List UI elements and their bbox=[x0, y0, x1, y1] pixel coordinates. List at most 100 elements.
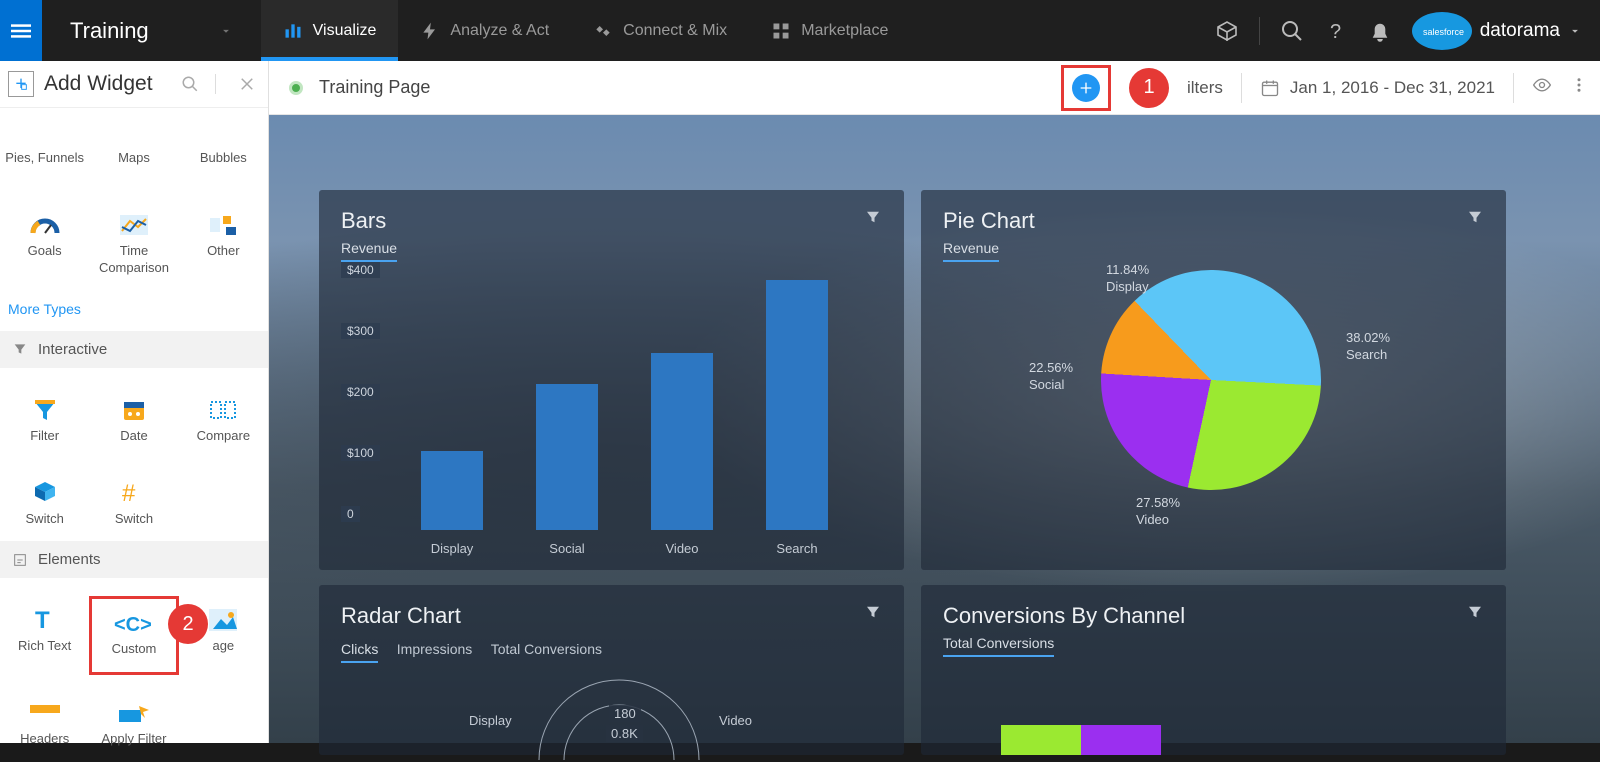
pie-chart bbox=[1055, 224, 1366, 535]
widget-title: Bars bbox=[341, 208, 864, 234]
widget-type-date[interactable]: Date bbox=[89, 386, 178, 459]
widget-filter-button[interactable] bbox=[1466, 208, 1484, 231]
line-chart-icon bbox=[118, 213, 150, 237]
filter-icon bbox=[12, 341, 28, 357]
code-icon: <C> bbox=[114, 611, 154, 635]
bar bbox=[651, 353, 713, 530]
tab-label: Visualize bbox=[313, 22, 377, 40]
widget-type-bubbles[interactable]: Bubbles bbox=[179, 108, 268, 181]
connect-icon bbox=[593, 21, 613, 41]
tab-analyze[interactable]: Analyze & Act bbox=[398, 0, 571, 61]
ytick: $300 bbox=[341, 323, 380, 339]
widget-type-row: Switch #Switch bbox=[0, 459, 268, 542]
tab-connect[interactable]: Connect & Mix bbox=[571, 0, 749, 61]
ytick: $400 bbox=[341, 262, 380, 278]
widget-type-apply-filter[interactable]: Apply Filter bbox=[89, 689, 178, 762]
widget-title: Radar Chart bbox=[341, 603, 864, 629]
filter-icon bbox=[864, 603, 882, 621]
chart-icon bbox=[283, 21, 303, 41]
search-icon[interactable] bbox=[181, 75, 199, 93]
hash-icon: # bbox=[120, 479, 148, 507]
svg-text:salesforce: salesforce bbox=[1423, 27, 1464, 37]
tab-visualize[interactable]: Visualize bbox=[261, 0, 399, 61]
widget-type-maps[interactable]: Maps bbox=[89, 108, 178, 181]
xlabel: Display bbox=[431, 541, 474, 556]
tab-label: Analyze & Act bbox=[450, 22, 549, 40]
widget-type-compare[interactable]: Compare bbox=[179, 386, 268, 459]
visibility-button[interactable] bbox=[1532, 75, 1552, 100]
widget-pie[interactable]: Pie Chart Revenue 38.02% Search 27.58% V… bbox=[921, 190, 1506, 570]
xlabel: Video bbox=[665, 541, 698, 556]
main-tabs: Visualize Analyze & Act Connect & Mix Ma… bbox=[261, 0, 911, 61]
workspace-selector[interactable]: Training bbox=[42, 18, 261, 44]
widget-type-other[interactable]: Other bbox=[179, 201, 268, 291]
section-elements: Elements bbox=[0, 541, 268, 578]
shapes-icon bbox=[207, 213, 239, 237]
pie-label-video: 27.58% Video bbox=[1136, 495, 1180, 529]
widget-type-richtext[interactable]: TRich Text bbox=[0, 596, 89, 675]
widget-type-custom[interactable]: <C>Custom bbox=[89, 596, 178, 675]
bolt-icon bbox=[420, 21, 440, 41]
bell-icon[interactable] bbox=[1368, 19, 1392, 43]
widget-subtitle[interactable]: Revenue bbox=[943, 240, 999, 262]
radar-axis-display: Display bbox=[469, 713, 512, 728]
pie-label-display: 11.84% Display bbox=[1106, 262, 1149, 296]
bar bbox=[421, 451, 483, 530]
bar-fragment bbox=[1081, 725, 1161, 755]
bar bbox=[766, 280, 828, 530]
tab-label: Connect & Mix bbox=[623, 22, 727, 40]
widget-type-switch-b[interactable]: #Switch bbox=[89, 469, 178, 542]
widget-radar[interactable]: Radar Chart Clicks Impressions Total Con… bbox=[319, 585, 904, 755]
widget-filter-button[interactable] bbox=[864, 603, 882, 626]
widget-conversions[interactable]: Conversions By Channel Total Conversions bbox=[921, 585, 1506, 755]
divider bbox=[1241, 73, 1242, 103]
bar bbox=[536, 384, 598, 530]
date-range-picker[interactable]: Jan 1, 2016 - Dec 31, 2021 bbox=[1260, 78, 1495, 98]
widget-type-time-comparison[interactable]: Time Comparison bbox=[89, 201, 178, 291]
widget-type-row: Headers Apply Filter bbox=[0, 675, 268, 762]
calendar-icon bbox=[1260, 78, 1280, 98]
kebab-icon bbox=[1570, 76, 1588, 94]
widget-type-pies-funnels[interactable]: Pies, Funnels bbox=[0, 108, 89, 181]
eye-icon bbox=[1532, 75, 1552, 95]
search-icon[interactable] bbox=[1280, 19, 1304, 43]
workspace-name: Training bbox=[70, 18, 149, 44]
widget-filter-button[interactable] bbox=[864, 208, 882, 231]
svg-text:<C>: <C> bbox=[114, 614, 152, 635]
widget-filter-button[interactable] bbox=[1466, 603, 1484, 626]
close-icon[interactable] bbox=[238, 75, 256, 93]
compare-icon bbox=[208, 396, 238, 424]
widget-subtitle[interactable]: Revenue bbox=[341, 240, 397, 262]
page-title: Training Page bbox=[319, 77, 430, 98]
widget-type-row: Goals Time Comparison Other bbox=[0, 181, 268, 291]
chevron-down-icon bbox=[219, 24, 233, 38]
topnav-actions: ? salesforce datorama bbox=[1215, 10, 1582, 52]
widget-type-headers[interactable]: Headers bbox=[0, 689, 89, 762]
image-icon bbox=[209, 609, 237, 631]
ytick: $200 bbox=[341, 384, 380, 400]
ytick: $100 bbox=[341, 445, 380, 461]
xlabel: Social bbox=[549, 541, 584, 556]
radar-tab-conversions[interactable]: Total Conversions bbox=[491, 641, 602, 657]
widget-subtitle[interactable]: Total Conversions bbox=[943, 635, 1054, 657]
ytick: 0 bbox=[341, 506, 360, 522]
more-options-button[interactable] bbox=[1570, 76, 1588, 99]
funnel-icon bbox=[31, 396, 59, 424]
brand: salesforce datorama bbox=[1412, 10, 1582, 52]
radar-tab-impressions[interactable]: Impressions bbox=[397, 641, 472, 657]
chevron-down-icon[interactable] bbox=[1568, 24, 1582, 38]
radar-axis-video: Video bbox=[719, 713, 752, 728]
tab-marketplace[interactable]: Marketplace bbox=[749, 0, 910, 61]
help-icon[interactable]: ? bbox=[1324, 19, 1348, 43]
filters-label[interactable]: ilters bbox=[1187, 78, 1223, 98]
menu-button[interactable] bbox=[0, 0, 42, 61]
widget-type-switch-a[interactable]: Switch bbox=[0, 469, 89, 542]
add-widget-button[interactable] bbox=[1072, 74, 1100, 102]
widget-bars[interactable]: Bars Revenue $400 $300 $200 $100 0 Displ… bbox=[319, 190, 904, 570]
filter-icon bbox=[1466, 208, 1484, 226]
more-types-link[interactable]: More Types bbox=[0, 291, 268, 331]
box-icon[interactable] bbox=[1215, 19, 1239, 43]
radar-tab-clicks[interactable]: Clicks bbox=[341, 641, 378, 663]
widget-type-filter[interactable]: Filter bbox=[0, 386, 89, 459]
widget-type-goals[interactable]: Goals bbox=[0, 201, 89, 291]
